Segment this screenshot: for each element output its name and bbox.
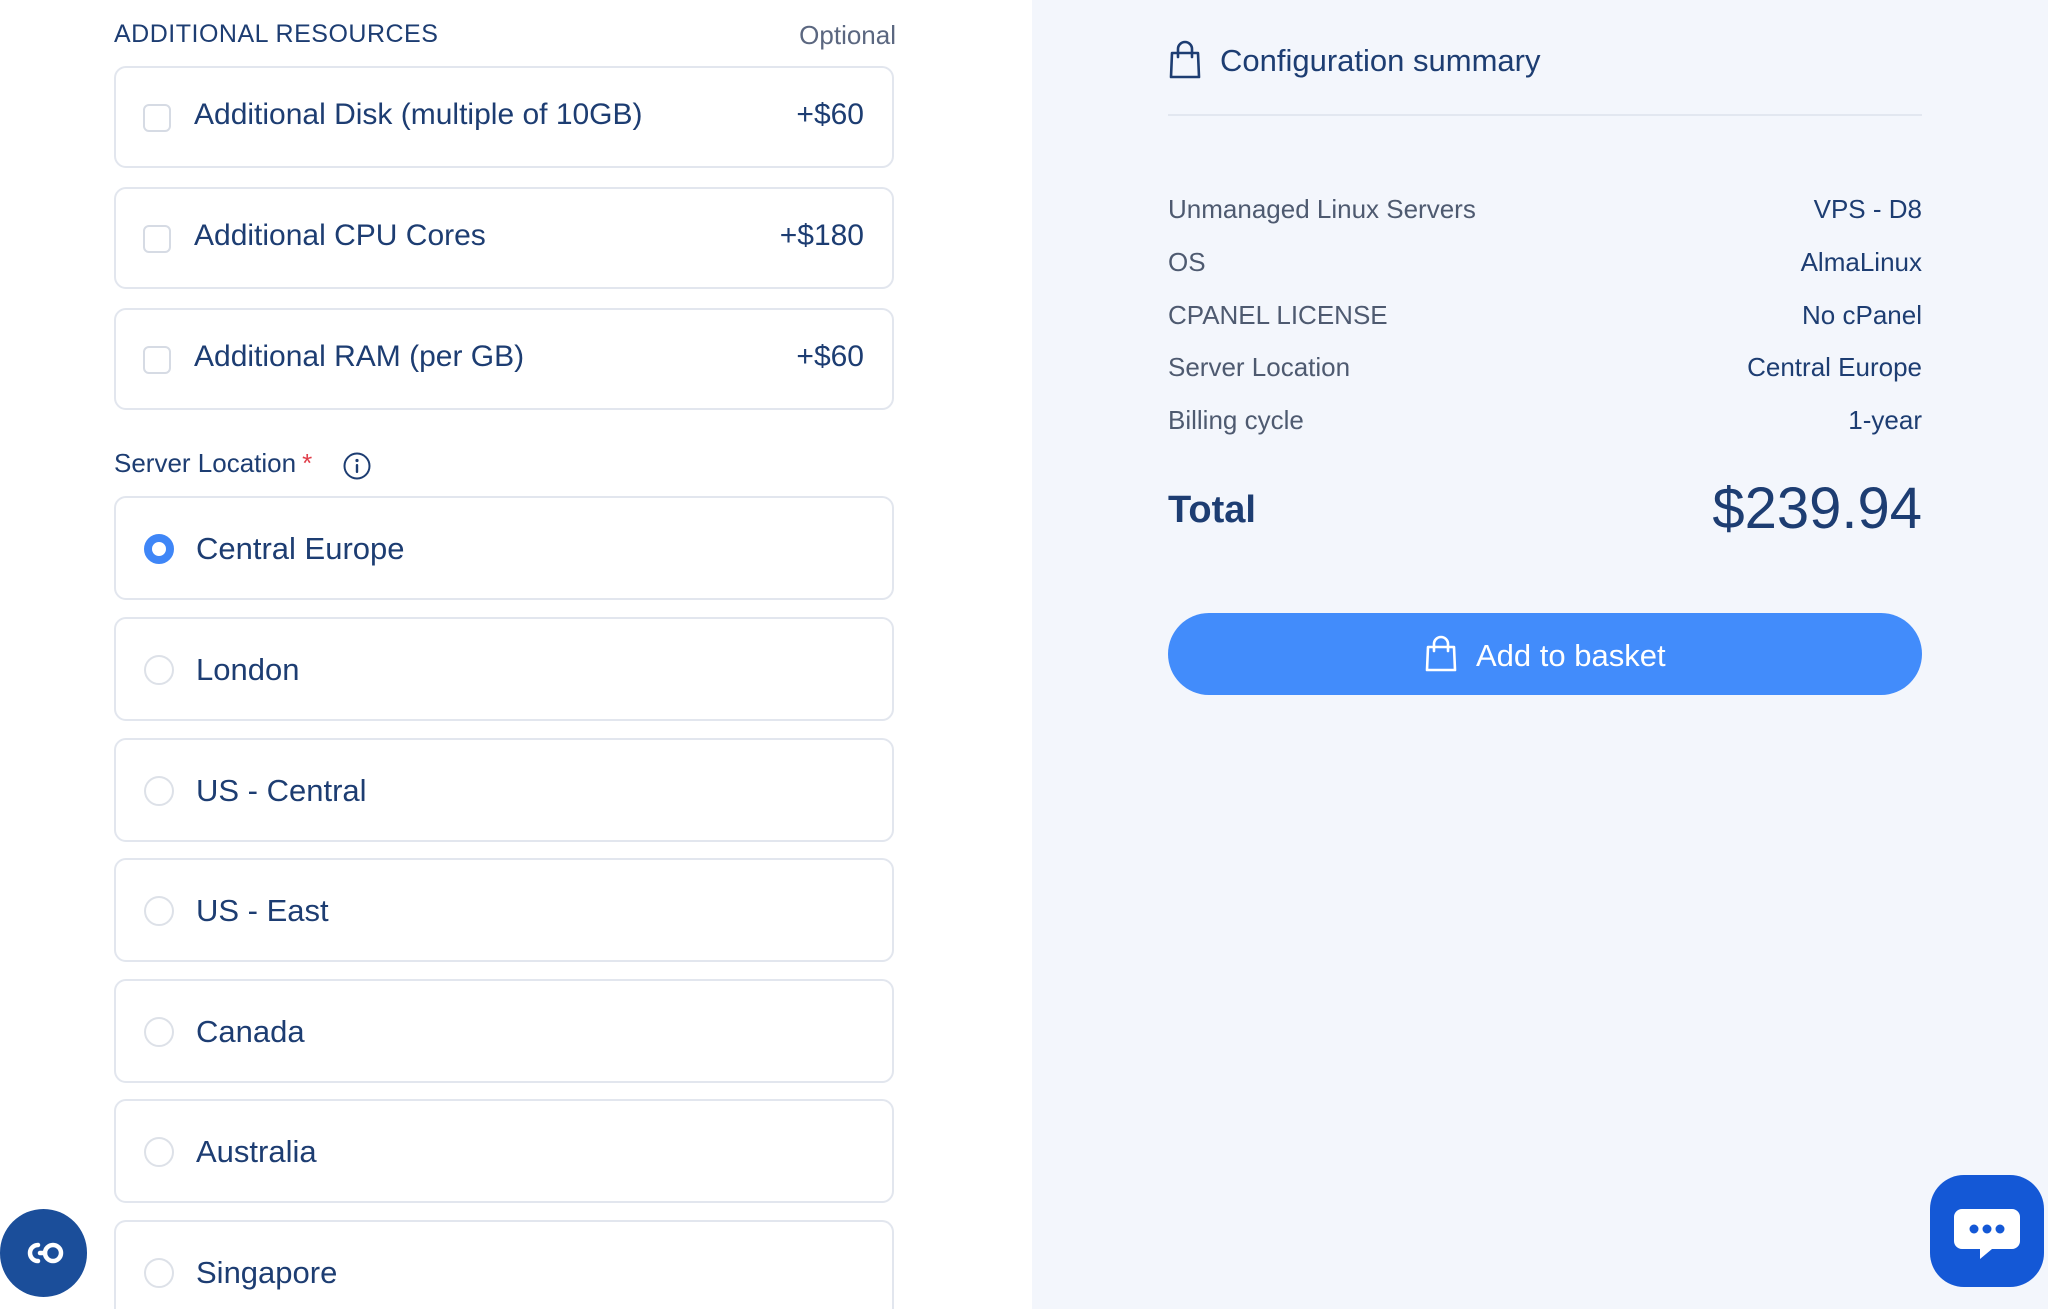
option-price: +$60 — [796, 98, 864, 131]
chat-button[interactable] — [1930, 1175, 2044, 1287]
summary-value: Central Europe — [1747, 352, 1922, 382]
add-to-basket-label: Add to basket — [1476, 638, 1666, 673]
additional-cpu-checkbox[interactable] — [143, 225, 171, 253]
total-price: $239.94 — [1712, 476, 1922, 541]
location-option-australia[interactable]: Australia — [114, 1099, 894, 1203]
central-europe-radio[interactable] — [144, 534, 174, 564]
additional-cpu-option[interactable]: Additional CPU Cores +$180 — [114, 187, 894, 289]
shopping-bag-icon — [1169, 40, 1201, 79]
location-option-canada[interactable]: Canada — [114, 979, 894, 1083]
summary-row: OS AlmaLinux — [1168, 243, 1922, 283]
radio-label: US - East — [196, 893, 329, 928]
total-row: Total $239.94 — [1168, 475, 1922, 545]
summary-value: AlmaLinux — [1800, 247, 1922, 277]
total-label: Total — [1168, 489, 1256, 531]
chat-icon — [1954, 1209, 2020, 1259]
server-location-label: Server Location — [114, 448, 297, 478]
option-label: Additional RAM (per GB) — [194, 340, 525, 373]
location-option-central-europe[interactable]: Central Europe — [114, 496, 894, 600]
option-label: Additional CPU Cores — [194, 219, 486, 252]
optional-label: Optional — [799, 20, 896, 50]
radio-label: Australia — [196, 1134, 317, 1169]
summary-key: Unmanaged Linux Servers — [1168, 194, 1476, 224]
option-price: +$180 — [779, 219, 864, 252]
london-radio[interactable] — [144, 655, 174, 685]
summary-row: Unmanaged Linux Servers VPS - D8 — [1168, 190, 1922, 230]
additional-resources-title: ADDITIONAL RESOURCES — [114, 20, 439, 48]
server-location-header: Server Location * — [114, 448, 371, 484]
radio-label: Singapore — [196, 1255, 338, 1290]
summary-value: No cPanel — [1802, 300, 1922, 330]
info-icon[interactable] — [342, 451, 372, 481]
required-mark: * — [302, 448, 313, 478]
australia-radio[interactable] — [144, 1137, 174, 1167]
additional-ram-option[interactable]: Additional RAM (per GB) +$60 — [114, 308, 894, 410]
option-price: +$60 — [796, 340, 864, 373]
additional-disk-option[interactable]: Additional Disk (multiple of 10GB) +$60 — [114, 66, 894, 168]
summary-row: Billing cycle 1-year — [1168, 401, 1922, 441]
additional-ram-checkbox[interactable] — [143, 346, 171, 374]
radio-label: Central Europe — [196, 531, 405, 566]
summary-header: Configuration summary — [1168, 40, 1922, 116]
summary-key: CPANEL LICENSE — [1168, 300, 1388, 330]
shopping-bag-icon — [1425, 635, 1457, 672]
summary-key: Server Location — [1168, 352, 1351, 382]
canada-radio[interactable] — [144, 1017, 174, 1047]
summary-key: OS — [1168, 247, 1206, 277]
summary-row: CPANEL LICENSE No cPanel — [1168, 296, 1922, 336]
accessibility-button[interactable] — [0, 1209, 87, 1297]
accessibility-icon — [27, 1242, 64, 1264]
summary-value: VPS - D8 — [1813, 194, 1922, 224]
us-east-radio[interactable] — [144, 896, 174, 926]
radio-label: Canada — [196, 1014, 305, 1049]
additional-disk-checkbox[interactable] — [143, 104, 171, 132]
singapore-radio[interactable] — [144, 1258, 174, 1288]
location-option-singapore[interactable]: Singapore — [114, 1220, 894, 1309]
additional-resources-header: ADDITIONAL RESOURCES Optional — [114, 18, 896, 54]
add-to-basket-button[interactable]: Add to basket — [1168, 613, 1922, 695]
summary-title: Configuration summary — [1220, 43, 1541, 78]
radio-label: London — [196, 652, 300, 687]
summary-row: Server Location Central Europe — [1168, 348, 1922, 388]
option-label: Additional Disk (multiple of 10GB) — [194, 98, 643, 131]
radio-label: US - Central — [196, 773, 367, 808]
location-option-london[interactable]: London — [114, 617, 894, 721]
summary-key: Billing cycle — [1168, 405, 1304, 435]
summary-value: 1-year — [1848, 405, 1922, 435]
us-central-radio[interactable] — [144, 776, 174, 806]
location-option-us-east[interactable]: US - East — [114, 858, 894, 962]
location-option-us-central[interactable]: US - Central — [114, 738, 894, 842]
